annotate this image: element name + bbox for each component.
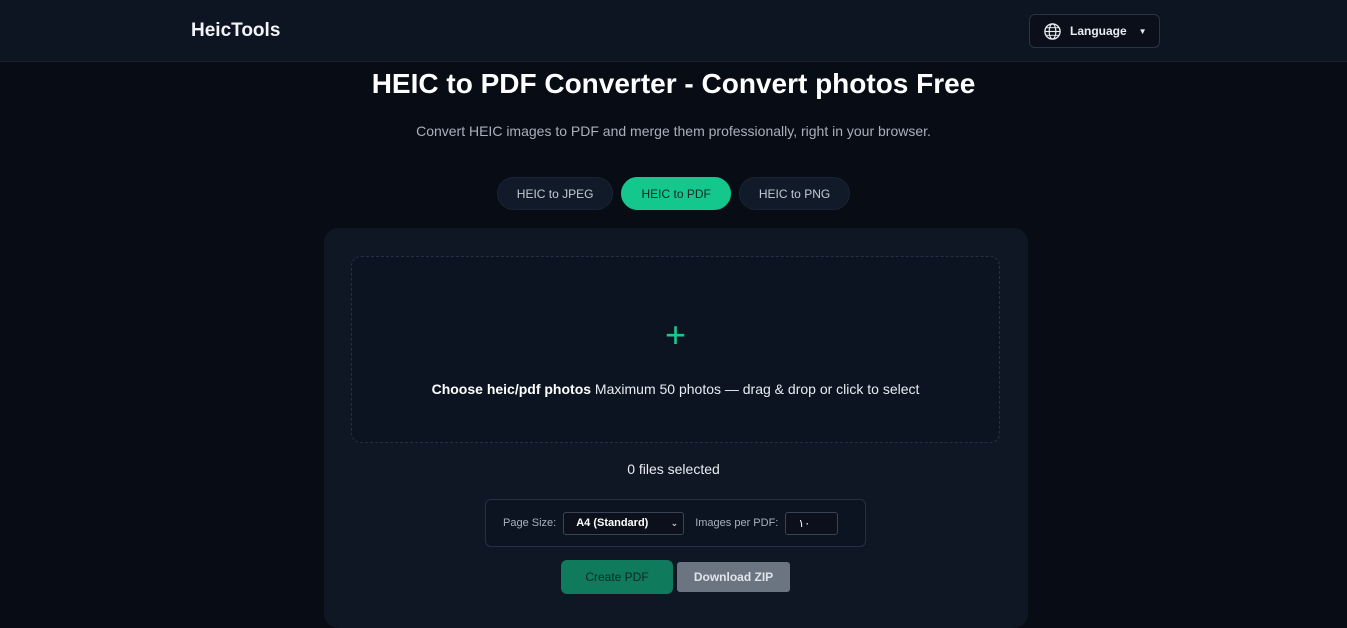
images-per-pdf-input[interactable]: ١٠ bbox=[785, 511, 839, 535]
tab-heic-to-pdf[interactable]: HEIC to PDF bbox=[621, 177, 731, 210]
file-dropzone[interactable]: + Choose heic/pdf photos Maximum 50 phot… bbox=[351, 256, 1000, 443]
globe-icon bbox=[1044, 22, 1061, 40]
page-size-label: Page Size: bbox=[503, 517, 557, 529]
pdf-options-panel: Page Size: A4 (Standard) ⌄ Images per PD… bbox=[485, 499, 866, 547]
tab-heic-to-png[interactable]: HEIC to PNG bbox=[738, 177, 851, 210]
create-pdf-button[interactable]: Create PDF bbox=[561, 560, 673, 594]
download-zip-button[interactable]: Download ZIP bbox=[677, 562, 790, 592]
page-size-value: A4 (Standard) bbox=[576, 517, 649, 529]
converter-tabs: HEIC to JPEG HEIC to PDF HEIC to PNG bbox=[0, 177, 1347, 210]
brand-logo[interactable]: HeicTools bbox=[191, 20, 280, 42]
language-button[interactable]: Language ▼ bbox=[1029, 14, 1160, 48]
page-title: HEIC to PDF Converter - Convert photos F… bbox=[371, 68, 976, 99]
dropzone-strong-text: Choose heic/pdf photos bbox=[431, 381, 592, 397]
plus-icon: + bbox=[664, 314, 687, 355]
top-navbar: HeicTools Language ▼ bbox=[0, 0, 1347, 62]
images-per-pdf-label: Images per PDF: bbox=[695, 517, 779, 529]
dropzone-hint: Maximum 50 photos — drag & drop or click… bbox=[591, 381, 920, 397]
language-label: Language bbox=[1070, 24, 1127, 38]
files-selected-count: 0 files selected bbox=[627, 461, 720, 477]
caret-down-icon: ▼ bbox=[1138, 26, 1147, 36]
page-subtitle: Convert HEIC images to PDF and merge the… bbox=[416, 123, 931, 139]
tab-heic-to-jpeg[interactable]: HEIC to JPEG bbox=[496, 177, 614, 210]
dropzone-text: Choose heic/pdf photos Maximum 50 photos… bbox=[352, 381, 999, 397]
page-size-select[interactable]: A4 (Standard) ⌄ bbox=[563, 511, 685, 535]
chevron-down-icon: ⌄ bbox=[670, 517, 679, 528]
